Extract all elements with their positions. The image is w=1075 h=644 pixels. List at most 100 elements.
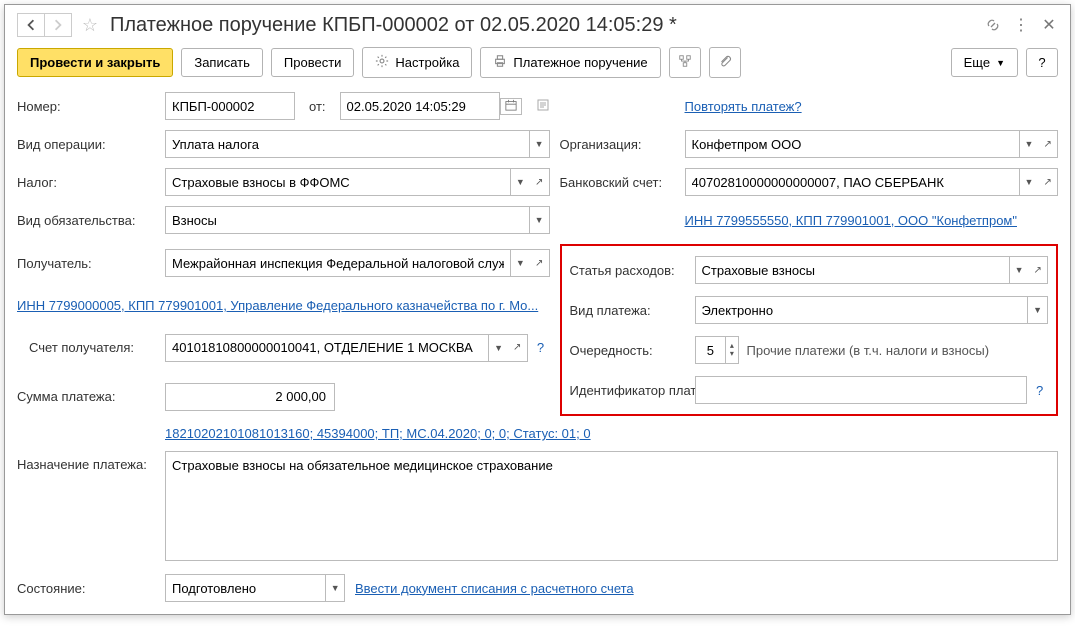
open-icon: ↗ bbox=[513, 342, 521, 353]
expense-dropdown-button[interactable]: ▼ bbox=[1009, 256, 1029, 284]
calendar-button[interactable] bbox=[500, 98, 522, 115]
nav-forward-button[interactable] bbox=[44, 13, 72, 37]
chevron-down-icon: ▼ bbox=[1015, 265, 1024, 275]
number-label: Номер: bbox=[17, 99, 155, 114]
status-select[interactable] bbox=[165, 574, 325, 602]
liab-type-label: Вид обязательства: bbox=[17, 213, 155, 228]
date-input[interactable] bbox=[340, 92, 500, 120]
order-stepper-button[interactable]: ▴▾ bbox=[725, 336, 738, 364]
sum-input[interactable] bbox=[165, 383, 335, 411]
open-icon: ↗ bbox=[535, 258, 543, 269]
org-label: Организация: bbox=[560, 137, 675, 152]
payee-details-link[interactable]: ИНН 7799000005, КПП 779901001, Управлени… bbox=[17, 298, 538, 313]
structure-icon bbox=[678, 54, 692, 71]
ident-label: Идентификатор платежа: bbox=[570, 383, 685, 398]
more-label: Еще bbox=[964, 55, 990, 70]
purpose-textarea[interactable] bbox=[165, 451, 1058, 561]
open-icon: ↗ bbox=[1043, 139, 1051, 150]
kebab-menu-icon[interactable]: ⋮ bbox=[1012, 16, 1030, 34]
purpose-label: Назначение платежа: bbox=[17, 451, 155, 472]
memo-icon[interactable] bbox=[536, 98, 550, 115]
settings-label: Настройка bbox=[395, 55, 459, 70]
expense-label: Статья расходов: bbox=[570, 263, 685, 278]
paperclip-icon bbox=[718, 54, 732, 71]
more-button[interactable]: Еще ▼ bbox=[951, 48, 1018, 77]
payee-open-button[interactable]: ↗ bbox=[530, 249, 550, 277]
open-icon: ↗ bbox=[1043, 177, 1051, 188]
chevron-down-icon: ▼ bbox=[535, 215, 544, 225]
chevron-down-icon: ▼ bbox=[1024, 139, 1033, 149]
print-label: Платежное поручение bbox=[513, 55, 647, 70]
payee-acc-dropdown-button[interactable]: ▼ bbox=[488, 334, 508, 362]
link-icon[interactable] bbox=[984, 16, 1002, 34]
org-open-button[interactable]: ↗ bbox=[1038, 130, 1058, 158]
bank-acc-select[interactable] bbox=[685, 168, 1019, 196]
tax-select[interactable] bbox=[165, 168, 510, 196]
order-hint: Прочие платежи (в т.ч. налоги и взносы) bbox=[747, 343, 990, 358]
org-dropdown-button[interactable]: ▼ bbox=[1019, 130, 1039, 158]
print-button[interactable]: Платежное поручение bbox=[480, 47, 660, 78]
pay-type-label: Вид платежа: bbox=[570, 303, 685, 318]
from-label: от: bbox=[309, 99, 326, 114]
chevron-down-icon: ▼ bbox=[996, 58, 1005, 68]
payee-dropdown-button[interactable]: ▼ bbox=[510, 249, 530, 277]
liab-type-dropdown-button[interactable]: ▼ bbox=[529, 206, 550, 234]
repeat-payment-link[interactable]: Повторять платеж? bbox=[685, 99, 802, 114]
pay-type-select[interactable] bbox=[695, 296, 1028, 324]
payee-acc-label: Счет получателя: bbox=[17, 340, 155, 355]
chevron-down-icon: ▼ bbox=[331, 583, 340, 593]
op-type-dropdown-button[interactable]: ▼ bbox=[529, 130, 550, 158]
open-icon: ↗ bbox=[1034, 265, 1042, 276]
expense-open-button[interactable]: ↗ bbox=[1028, 256, 1048, 284]
tax-label: Налог: bbox=[17, 175, 155, 190]
save-button[interactable]: Записать bbox=[181, 48, 263, 77]
org-select[interactable] bbox=[685, 130, 1019, 158]
bank-acc-label: Банковский счет: bbox=[560, 175, 675, 190]
favorite-star-icon[interactable]: ☆ bbox=[78, 13, 102, 37]
tax-open-button[interactable]: ↗ bbox=[530, 168, 550, 196]
stepper-icon: ▴▾ bbox=[730, 342, 734, 358]
expense-select[interactable] bbox=[695, 256, 1009, 284]
sum-label: Сумма платежа: bbox=[17, 389, 155, 404]
window-title: Платежное поручение КПБП-000002 от 02.05… bbox=[110, 14, 984, 37]
close-icon[interactable]: ✕ bbox=[1040, 16, 1058, 34]
number-input[interactable] bbox=[165, 92, 295, 120]
chevron-down-icon: ▼ bbox=[535, 139, 544, 149]
kbk-link[interactable]: 18210202101081013160; 45394000; ТП; МС.0… bbox=[165, 426, 591, 441]
order-input[interactable] bbox=[695, 336, 726, 364]
chevron-down-icon: ▼ bbox=[494, 343, 503, 353]
attach-button[interactable] bbox=[709, 47, 741, 78]
status-action-link[interactable]: Ввести документ списания с расчетного сч… bbox=[355, 581, 634, 596]
ident-input[interactable] bbox=[695, 376, 1028, 404]
chevron-down-icon: ▼ bbox=[516, 177, 525, 187]
structure-button[interactable] bbox=[669, 47, 701, 78]
op-type-select[interactable] bbox=[165, 130, 529, 158]
help-button[interactable]: ? bbox=[1026, 48, 1058, 77]
payee-label: Получатель: bbox=[17, 256, 155, 271]
status-dropdown-button[interactable]: ▼ bbox=[325, 574, 345, 602]
op-type-label: Вид операции: bbox=[17, 137, 155, 152]
payee-acc-select[interactable] bbox=[165, 334, 488, 362]
bank-acc-dropdown-button[interactable]: ▼ bbox=[1019, 168, 1039, 196]
status-label: Состояние: bbox=[17, 581, 155, 596]
highlighted-section: Статья расходов: ▼ ↗ Вид платежа: ▼ Очер… bbox=[560, 244, 1058, 416]
payee-select[interactable] bbox=[165, 249, 510, 277]
printer-icon bbox=[493, 54, 507, 71]
pay-type-dropdown-button[interactable]: ▼ bbox=[1027, 296, 1048, 324]
post-and-close-button[interactable]: Провести и закрыть bbox=[17, 48, 173, 77]
payee-acc-open-button[interactable]: ↗ bbox=[508, 334, 528, 362]
tax-dropdown-button[interactable]: ▼ bbox=[510, 168, 530, 196]
chevron-down-icon: ▼ bbox=[1033, 305, 1042, 315]
nav-back-button[interactable] bbox=[17, 13, 45, 37]
settings-button[interactable]: Настройка bbox=[362, 47, 472, 78]
post-button[interactable]: Провести bbox=[271, 48, 355, 77]
org-details-link[interactable]: ИНН 7799555550, КПП 779901001, ООО "Конф… bbox=[685, 213, 1017, 228]
payee-acc-help-button[interactable]: ? bbox=[532, 340, 550, 355]
gear-icon bbox=[375, 54, 389, 71]
bank-acc-open-button[interactable]: ↗ bbox=[1038, 168, 1058, 196]
ident-help-button[interactable]: ? bbox=[1031, 383, 1048, 398]
liab-type-select[interactable] bbox=[165, 206, 529, 234]
chevron-down-icon: ▼ bbox=[1024, 177, 1033, 187]
open-icon: ↗ bbox=[535, 177, 543, 188]
calendar-icon bbox=[505, 99, 517, 114]
